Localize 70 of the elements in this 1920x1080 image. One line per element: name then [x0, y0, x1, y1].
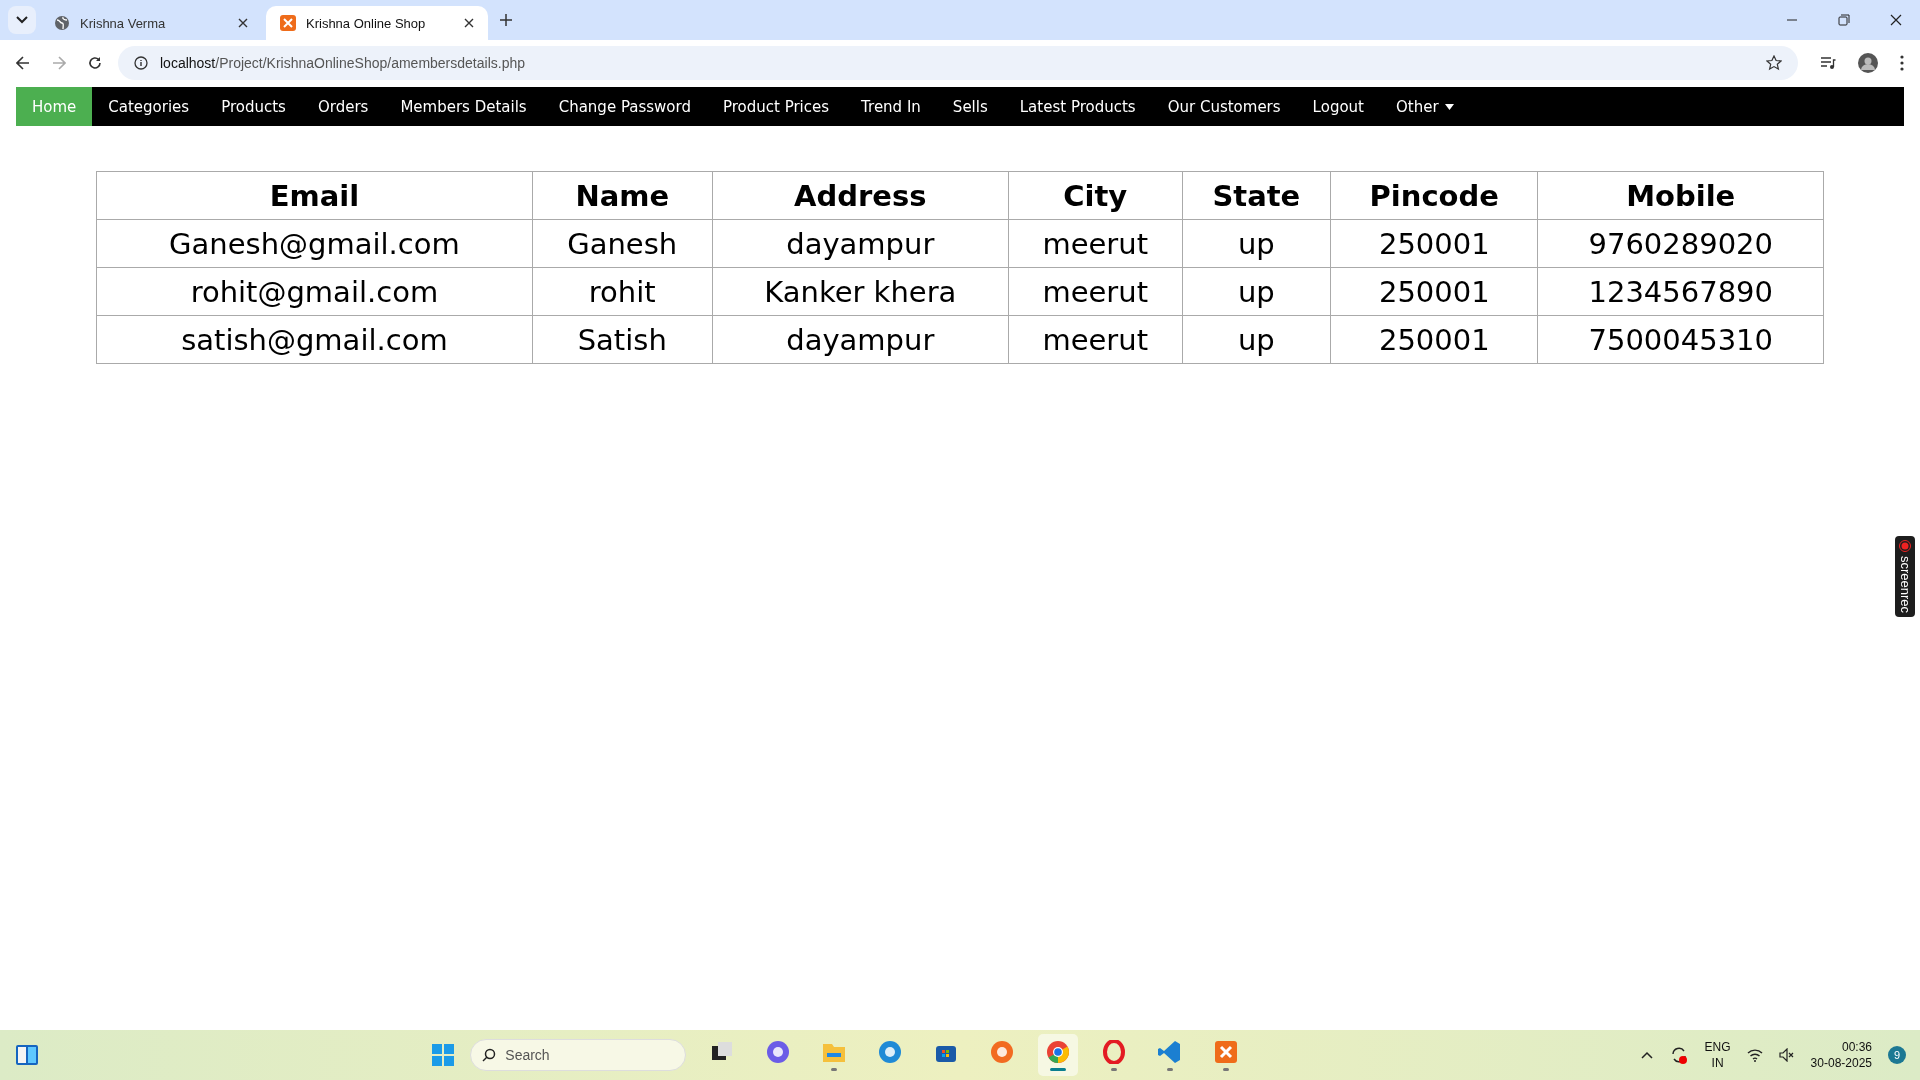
x-logo-icon: [280, 15, 296, 31]
table-cell: 1234567890: [1538, 267, 1824, 316]
column-header: Address: [712, 171, 1009, 220]
url-text: localhost/Project/KrishnaOnlineShop/amembersdetails.php: [160, 55, 525, 71]
table-cell: dayampur: [712, 219, 1009, 268]
table-cell: 9760289020: [1538, 219, 1824, 268]
table-cell: Ganesh@gmail.com: [96, 219, 533, 268]
table-cell: dayampur: [712, 315, 1009, 364]
column-header: State: [1182, 171, 1331, 220]
widgets-icon[interactable]: [16, 1045, 38, 1065]
clock[interactable]: 00:36 30-08-2025: [1810, 1039, 1872, 1071]
table-cell: up: [1182, 267, 1331, 316]
table-cell: Ganesh: [532, 219, 713, 268]
table-cell: meerut: [1008, 219, 1183, 268]
tab-title: Krishna Verma: [80, 15, 167, 31]
column-header: City: [1008, 171, 1183, 220]
media-queue-icon[interactable]: [1820, 56, 1836, 70]
table-cell: rohit@gmail.com: [96, 267, 533, 316]
browser-tab[interactable]: Krishna Online Shop: [266, 6, 488, 40]
time-text: 00:36: [1841, 1039, 1872, 1055]
table-cell: 250001: [1330, 219, 1538, 268]
chevron-down-icon: [16, 16, 28, 24]
table-cell: Satish: [532, 315, 713, 364]
language-indicator[interactable]: ENG IN: [1704, 1039, 1731, 1071]
restore-icon[interactable]: [1838, 14, 1850, 26]
region-text: IN: [1711, 1055, 1724, 1071]
o-ring-icon: [1102, 1039, 1127, 1064]
taskbar-search-field[interactable]: Search: [470, 1039, 687, 1071]
recorder-widget[interactable]: screenrec: [1895, 536, 1915, 618]
table-cell: Kanker khera: [712, 267, 1009, 316]
table-cell: rohit: [532, 267, 713, 316]
close-icon[interactable]: [464, 18, 474, 28]
table-cell: up: [1182, 315, 1331, 364]
record-dot-icon: [1899, 540, 1911, 552]
table-cell: 250001: [1330, 315, 1538, 364]
language-text: ENG: [1704, 1039, 1731, 1055]
recorder-label: screenrec: [1897, 556, 1913, 614]
table-cell: meerut: [1008, 315, 1183, 364]
column-header: Email: [96, 171, 533, 220]
close-icon[interactable]: [238, 18, 248, 28]
browser-tab[interactable]: Krishna Verma: [40, 6, 262, 40]
chevron-up-icon[interactable]: [1640, 1051, 1653, 1059]
table-cell: 250001: [1330, 267, 1538, 316]
reload-icon[interactable]: [88, 56, 102, 70]
round-browser-icon: [1046, 1039, 1071, 1064]
globe-icon: [54, 15, 70, 31]
table-cell: meerut: [1008, 267, 1183, 316]
wifi-icon[interactable]: [1746, 1048, 1763, 1062]
info-icon: [134, 56, 148, 70]
column-header: Mobile: [1538, 171, 1824, 220]
column-header: Name: [532, 171, 713, 220]
tab-title: Krishna Online Shop: [306, 15, 427, 31]
more-menu-icon[interactable]: [1900, 55, 1904, 71]
x-logo-icon: [1214, 1039, 1239, 1064]
date-text: 30-08-2025: [1810, 1055, 1872, 1071]
address-bar[interactable]: localhost/Project/KrishnaOnlineShop/amembersdetails.php: [118, 46, 1798, 80]
table-cell: satish@gmail.com: [96, 315, 533, 364]
close-icon[interactable]: [1890, 14, 1902, 26]
star-icon[interactable]: [1766, 55, 1782, 71]
tab-list-button[interactable]: [8, 6, 36, 34]
code-editor-icon: [1158, 1039, 1183, 1064]
notification-count[interactable]: 9: [1888, 1046, 1906, 1064]
table-cell: up: [1182, 219, 1331, 268]
new-tab-icon[interactable]: [500, 14, 512, 26]
back-arrow-icon[interactable]: [16, 56, 30, 70]
start-icon[interactable]: [432, 1044, 455, 1066]
profile-avatar-icon[interactable]: [1858, 53, 1878, 73]
speaker-muted-icon[interactable]: [1778, 1048, 1795, 1062]
table-cell: 7500045310: [1538, 315, 1824, 364]
column-header: Pincode: [1330, 171, 1538, 220]
